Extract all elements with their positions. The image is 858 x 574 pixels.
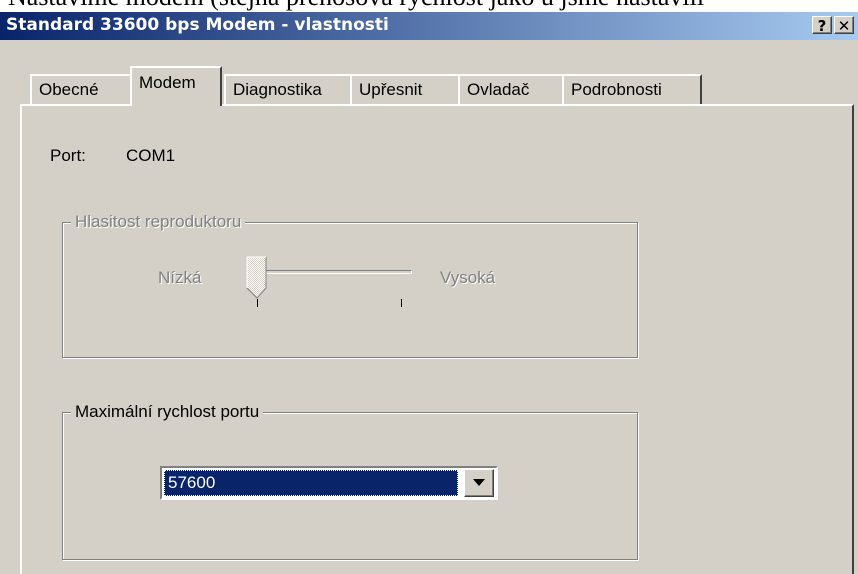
- speaker-volume-group: Hlasitost reproduktoru: [62, 212, 638, 358]
- dropdown-button[interactable]: [464, 469, 494, 497]
- chevron-down-icon: [473, 479, 485, 486]
- max-port-speed-value[interactable]: 57600: [164, 470, 458, 496]
- port-value: COM1: [126, 146, 176, 165]
- tab-upresnit[interactable]: Upřesnit: [350, 74, 460, 104]
- tab-podrobnosti[interactable]: Podrobnosti: [562, 74, 702, 104]
- close-button[interactable]: ✕: [834, 16, 854, 35]
- volume-slider-track[interactable]: [258, 270, 412, 274]
- document-caption-text: Nastavíme modem (stejná přenosová rychlo…: [0, 0, 858, 12]
- tab-modem[interactable]: Modem: [130, 66, 222, 106]
- tab-obecne[interactable]: Obecné: [30, 74, 132, 104]
- max-port-speed-select[interactable]: 57600: [160, 466, 498, 500]
- tab-diagnostika[interactable]: Diagnostika: [224, 74, 352, 104]
- tab-ovladac[interactable]: Ovladač: [458, 74, 564, 104]
- volume-tick-high: [401, 299, 402, 307]
- speaker-volume-legend: Hlasitost reproduktoru: [71, 212, 246, 232]
- port-label: Port:: [50, 146, 86, 165]
- volume-low-label: Nízká: [158, 268, 202, 287]
- max-port-speed-legend: Maximální rychlost portu: [71, 402, 264, 422]
- help-button[interactable]: ?: [812, 16, 832, 35]
- window-title: Standard 33600 bps Modem - vlastnosti: [6, 15, 389, 35]
- title-bar[interactable]: Standard 33600 bps Modem - vlastnosti ? …: [0, 12, 858, 40]
- volume-slider-thumb[interactable]: [246, 256, 268, 300]
- volume-high-label: Vysoká: [440, 268, 496, 287]
- volume-tick-low: [257, 299, 258, 307]
